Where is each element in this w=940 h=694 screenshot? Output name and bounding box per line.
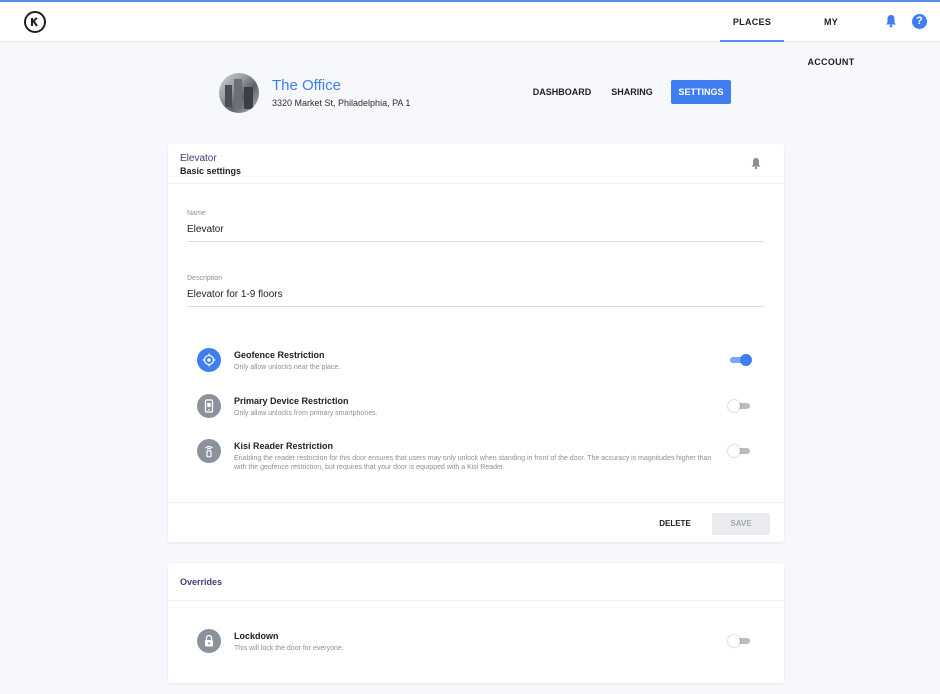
geofence-restriction-desc: Only allow unlocks near the place. bbox=[234, 364, 341, 371]
phone-icon bbox=[197, 394, 221, 418]
door-notifications-bell-icon[interactable] bbox=[750, 157, 762, 170]
reader-restriction-desc: Enabling the reader restriction for this… bbox=[234, 455, 712, 471]
lockdown-title: Lockdown bbox=[234, 631, 279, 641]
reader-restriction-toggle[interactable] bbox=[728, 444, 752, 458]
overrides-header: Overrides bbox=[168, 563, 784, 601]
card-header: Elevator Basic settings bbox=[168, 144, 784, 184]
description-field[interactable]: Description Elevator for 1-9 floors bbox=[187, 275, 764, 307]
card-footer: DELETE SAVE bbox=[168, 502, 784, 542]
description-field-label: Description bbox=[187, 275, 223, 282]
help-icon[interactable]: ? bbox=[912, 14, 927, 29]
place-header: The Office 3320 Market St, Philadelphia,… bbox=[219, 71, 739, 115]
kisi-logo-icon[interactable] bbox=[24, 11, 46, 33]
tab-settings[interactable]: SETTINGS bbox=[671, 80, 731, 104]
place-title[interactable]: The Office bbox=[272, 77, 341, 94]
overrides-card: Overrides Lockdown This will lock the do… bbox=[168, 563, 784, 683]
geofence-icon bbox=[197, 348, 221, 372]
tab-dashboard[interactable]: DASHBOARD bbox=[531, 80, 593, 104]
primary-device-restriction-row: Primary Device Restriction Only allow un… bbox=[197, 394, 757, 430]
primary-device-restriction-title: Primary Device Restriction bbox=[234, 396, 349, 406]
delete-button[interactable]: DELETE bbox=[648, 513, 702, 535]
lockdown-row: Lockdown This will lock the door for eve… bbox=[197, 629, 757, 665]
section-title: Basic settings bbox=[180, 166, 242, 176]
reader-icon bbox=[197, 439, 221, 463]
place-avatar bbox=[219, 73, 259, 113]
lock-icon bbox=[197, 629, 221, 653]
name-field-value[interactable]: Elevator bbox=[187, 224, 764, 241]
primary-device-restriction-desc: Only allow unlocks from primary smartpho… bbox=[234, 410, 378, 417]
tab-sharing[interactable]: SHARING bbox=[609, 80, 655, 104]
geofence-restriction-title: Geofence Restriction bbox=[234, 350, 325, 360]
name-field[interactable]: Name Elevator bbox=[187, 210, 764, 242]
reader-restriction-row: Kisi Reader Restriction Enabling the rea… bbox=[197, 439, 757, 475]
nav-places[interactable]: PLACES bbox=[720, 2, 784, 42]
geofence-restriction-toggle[interactable] bbox=[728, 353, 752, 367]
notifications-bell-icon[interactable] bbox=[884, 14, 898, 28]
lockdown-toggle[interactable] bbox=[728, 634, 752, 648]
reader-restriction-title: Kisi Reader Restriction bbox=[234, 441, 334, 451]
door-settings-card: Elevator Basic settings Name Elevator De… bbox=[168, 144, 784, 542]
save-button[interactable]: SAVE bbox=[712, 513, 770, 535]
overrides-title: Overrides bbox=[180, 577, 223, 587]
geofence-restriction-row: Geofence Restriction Only allow unlocks … bbox=[197, 348, 757, 384]
top-bar: PLACES MY ACCOUNT ? bbox=[0, 0, 940, 67]
lockdown-desc: This will lock the door for everyone. bbox=[234, 645, 344, 652]
name-field-label: Name bbox=[187, 210, 206, 217]
place-address: 3320 Market St, Philadelphia, PA 1 bbox=[272, 98, 411, 108]
description-field-value[interactable]: Elevator for 1-9 floors bbox=[187, 289, 764, 306]
primary-device-restriction-toggle[interactable] bbox=[728, 399, 752, 413]
nav-my-account[interactable]: MY ACCOUNT bbox=[800, 2, 862, 67]
door-name-heading: Elevator bbox=[180, 153, 217, 164]
